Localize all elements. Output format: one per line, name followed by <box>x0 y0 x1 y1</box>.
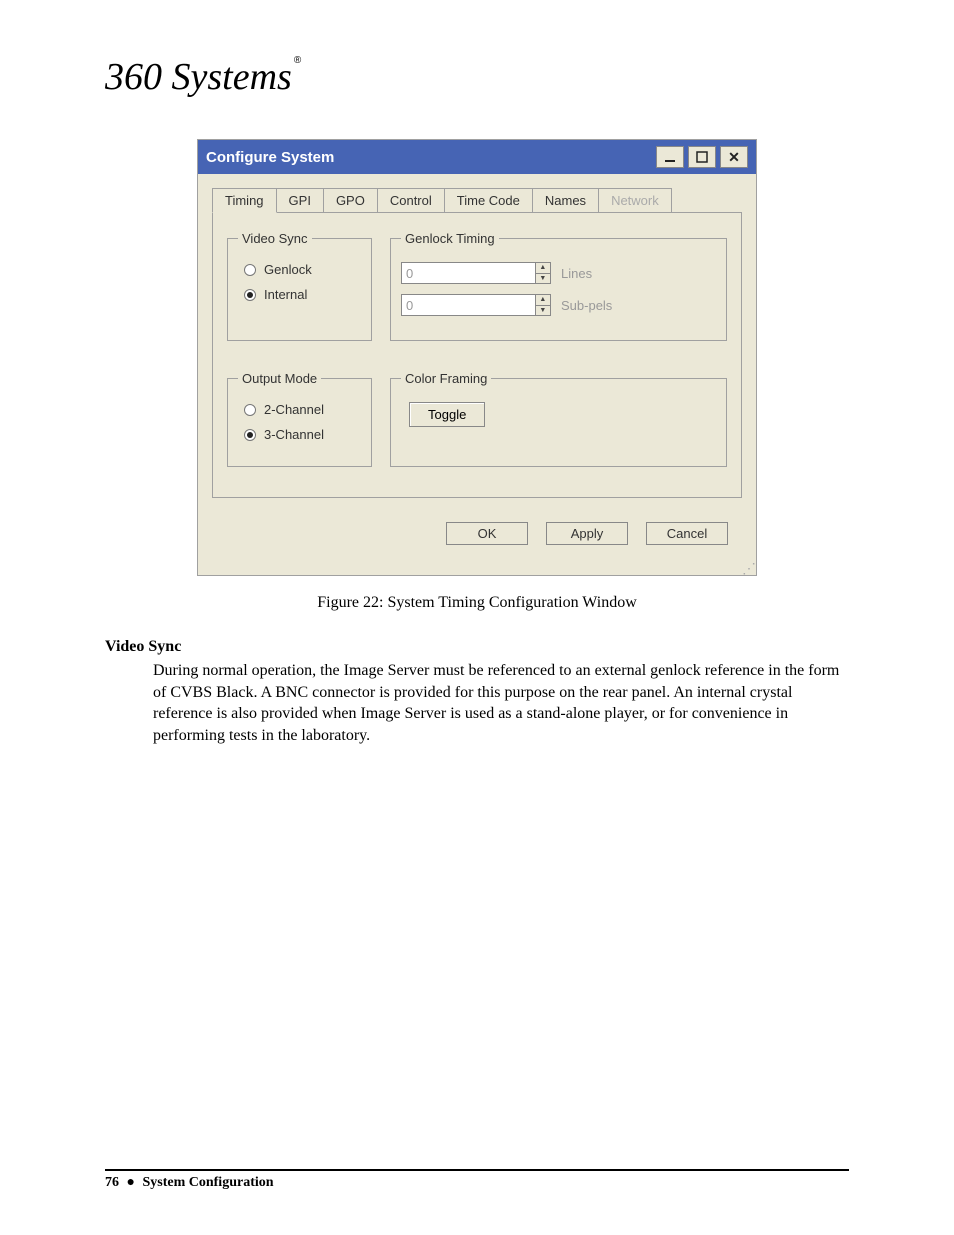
radio-label: Genlock <box>264 262 312 277</box>
radio-internal[interactable]: Internal <box>244 287 361 302</box>
video-sync-legend: Video Sync <box>238 231 312 246</box>
tab-names[interactable]: Names <box>532 188 599 212</box>
lines-down-icon[interactable]: ▼ <box>536 274 550 284</box>
lines-label: Lines <box>561 266 592 281</box>
output-mode-legend: Output Mode <box>238 371 321 386</box>
color-framing-group: Color Framing Toggle <box>390 371 727 467</box>
resize-grip-icon[interactable]: ⋰ <box>198 563 756 575</box>
maximize-icon <box>696 151 708 163</box>
tab-network[interactable]: Network <box>598 188 672 212</box>
maximize-button[interactable] <box>688 146 716 168</box>
radio-icon <box>244 404 256 416</box>
subpels-input[interactable] <box>402 295 535 315</box>
body-paragraph: During normal operation, the Image Serve… <box>153 660 849 746</box>
genlock-timing-group: Genlock Timing ▲ ▼ Lines <box>390 231 727 341</box>
color-framing-legend: Color Framing <box>401 371 491 386</box>
radio-icon <box>244 429 256 441</box>
close-icon: ✕ <box>728 150 740 164</box>
section-heading: Video Sync <box>105 638 849 656</box>
toggle-button[interactable]: Toggle <box>409 402 485 427</box>
footer-section-name: System Configuration <box>142 1175 273 1190</box>
tab-control[interactable]: Control <box>377 188 445 212</box>
brand-logo: 360 Systems <box>105 55 849 99</box>
subpels-up-icon[interactable]: ▲ <box>536 295 550 306</box>
subpels-label: Sub-pels <box>561 298 612 313</box>
figure-caption: Figure 22: System Timing Configuration W… <box>105 594 849 612</box>
radio-2channel[interactable]: 2-Channel <box>244 402 361 417</box>
ok-button[interactable]: OK <box>446 522 528 545</box>
radio-genlock[interactable]: Genlock <box>244 262 361 277</box>
video-sync-group: Video Sync Genlock Internal <box>227 231 372 341</box>
window-titlebar: Configure System ✕ <box>198 140 756 174</box>
radio-icon <box>244 264 256 276</box>
page-number: 76 <box>105 1175 119 1190</box>
minimize-icon <box>664 151 676 163</box>
minimize-button[interactable] <box>656 146 684 168</box>
radio-3channel[interactable]: 3-Channel <box>244 427 361 442</box>
lines-input[interactable] <box>402 263 535 283</box>
close-button[interactable]: ✕ <box>720 146 748 168</box>
cancel-button[interactable]: Cancel <box>646 522 728 545</box>
apply-button[interactable]: Apply <box>546 522 628 545</box>
tab-row: Timing GPI GPO Control Time Code Names N… <box>198 174 756 212</box>
subpels-down-icon[interactable]: ▼ <box>536 306 550 316</box>
output-mode-group: Output Mode 2-Channel 3-Channel <box>227 371 372 467</box>
window-title: Configure System <box>206 149 334 166</box>
tab-time-code[interactable]: Time Code <box>444 188 533 212</box>
tab-gpi[interactable]: GPI <box>276 188 324 212</box>
lines-stepper[interactable]: ▲ ▼ <box>401 262 551 284</box>
radio-label: Internal <box>264 287 307 302</box>
radio-icon <box>244 289 256 301</box>
genlock-timing-legend: Genlock Timing <box>401 231 499 246</box>
tab-timing[interactable]: Timing <box>212 188 277 213</box>
dialog-button-row: OK Apply Cancel <box>198 512 756 563</box>
radio-label: 3-Channel <box>264 427 324 442</box>
tab-gpo[interactable]: GPO <box>323 188 378 212</box>
configure-system-window: Configure System ✕ Timing GPI GPO <box>197 139 757 576</box>
page-footer: 76 ● System Configuration <box>105 1169 849 1191</box>
subpels-stepper[interactable]: ▲ ▼ <box>401 294 551 316</box>
tab-content: Video Sync Genlock Internal Genlock Timi… <box>212 212 742 498</box>
radio-label: 2-Channel <box>264 402 324 417</box>
lines-up-icon[interactable]: ▲ <box>536 263 550 274</box>
footer-bullet-icon: ● <box>127 1175 135 1190</box>
